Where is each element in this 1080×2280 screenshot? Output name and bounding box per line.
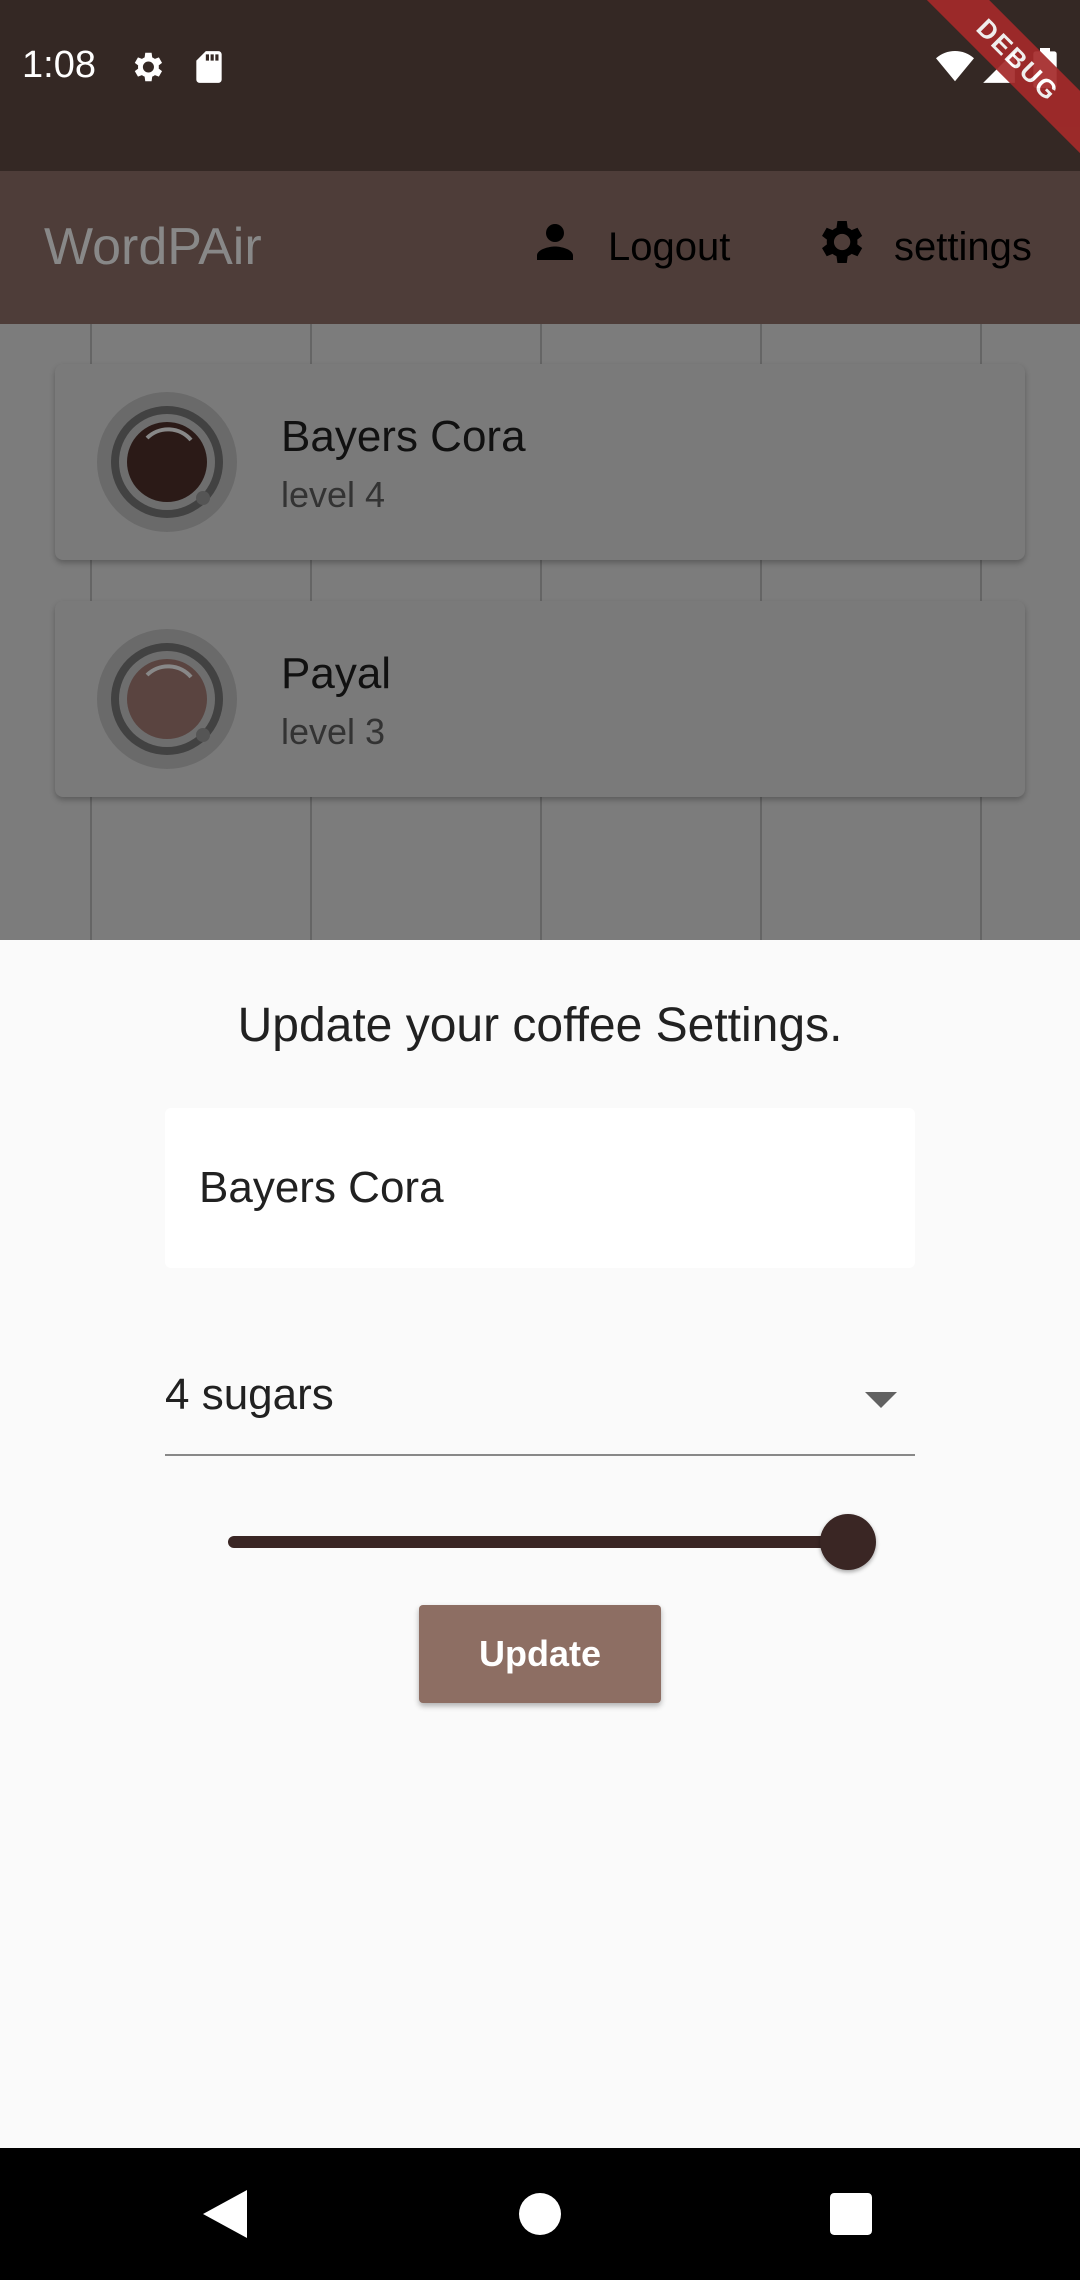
status-time: 1:08 [22, 44, 96, 86]
slider-track [228, 1536, 848, 1548]
recents-icon[interactable] [815, 2178, 887, 2250]
home-icon[interactable] [504, 2178, 576, 2250]
back-icon[interactable] [189, 2178, 261, 2250]
list-item-payal[interactable]: Payal level 3 [55, 601, 1025, 797]
scrim-backdrop[interactable]: Bayers Cora level 4 Payal level 3 [0, 324, 1080, 940]
slider-thumb[interactable] [820, 1514, 876, 1570]
list-item-name: Payal [281, 649, 392, 698]
debug-label: DEBUG [920, 0, 1080, 160]
list-item-bayers-cora[interactable]: Bayers Cora level 4 [55, 364, 1025, 560]
coffee-fill [127, 422, 207, 502]
system-navigation-bar [0, 2148, 1080, 2280]
logout-button[interactable]: Logout [528, 219, 730, 275]
sugars-dropdown[interactable]: 4 sugars [165, 1350, 915, 1456]
app-bar: WordPAir Logout settings [0, 171, 1080, 324]
settings-button[interactable]: settings [812, 219, 1032, 275]
sugars-dropdown-value: 4 sugars [165, 1370, 334, 1419]
debug-banner: DEBUG [920, 0, 1080, 160]
update-button[interactable]: Update [419, 1605, 661, 1703]
status-bar: 1:08 DEBUG [0, 0, 1080, 171]
coffee-cup-avatar [97, 392, 237, 532]
dropdown-arrow-icon [865, 1392, 897, 1408]
sheet-title: Update your coffee Settings. [237, 999, 843, 1052]
settings-label: settings [894, 224, 1032, 269]
settings-bottom-sheet: Update your coffee Settings. 4 sugars Up… [0, 940, 1080, 2148]
app-title: WordPAir [44, 218, 262, 276]
list-item-name: Bayers Cora [281, 412, 526, 461]
sd-card-icon [190, 48, 228, 86]
name-input[interactable] [199, 1108, 889, 1268]
gear-icon [812, 214, 868, 280]
coffee-fill [127, 659, 207, 739]
person-icon [528, 215, 582, 279]
name-field[interactable] [165, 1108, 915, 1268]
settings-icon [128, 48, 166, 86]
coffee-cup-avatar [97, 629, 237, 769]
list-item-level: level 3 [281, 711, 386, 752]
strength-slider[interactable] [228, 1512, 878, 1572]
list-item-level: level 4 [281, 474, 386, 515]
logout-label: Logout [608, 224, 731, 269]
